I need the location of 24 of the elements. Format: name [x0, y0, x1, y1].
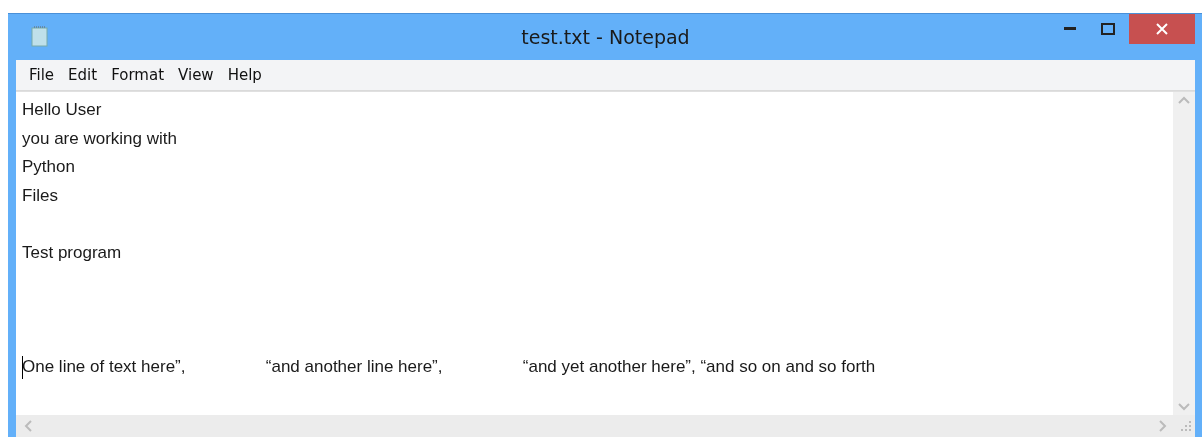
- vertical-scrollbar[interactable]: [1173, 92, 1195, 415]
- text-line: Test program: [22, 241, 122, 264]
- menu-item[interactable]: Edit: [61, 64, 105, 86]
- menu-item[interactable]: View: [171, 64, 221, 86]
- scroll-down-icon[interactable]: [1178, 403, 1190, 411]
- scroll-up-icon[interactable]: [1178, 96, 1190, 104]
- scroll-right-icon[interactable]: [1159, 420, 1167, 432]
- text-line: One line of text here”, “and another line here”, “and yet another here”, “and so on and so forth: [22, 355, 876, 381]
- text-line: you are working with: [22, 127, 177, 150]
- horizontal-scrollbar[interactable]: [16, 415, 1195, 437]
- menu-item[interactable]: Help: [220, 64, 269, 86]
- scroll-left-icon[interactable]: [24, 420, 32, 432]
- text-line: Files: [22, 184, 58, 207]
- window-title: test.txt - Notepad: [521, 26, 690, 48]
- text-line: Hello User: [22, 99, 102, 121]
- notepad-icon: [31, 25, 49, 47]
- minimize-icon: [1064, 27, 1076, 31]
- menu-item[interactable]: File: [22, 64, 62, 86]
- menu-item[interactable]: Format: [104, 64, 172, 86]
- close-icon: [1156, 23, 1168, 35]
- maximize-icon: [1101, 23, 1115, 35]
- close-button[interactable]: [1129, 14, 1195, 44]
- resize-grip-icon[interactable]: [1181, 421, 1191, 431]
- text-line: Python: [22, 156, 75, 179]
